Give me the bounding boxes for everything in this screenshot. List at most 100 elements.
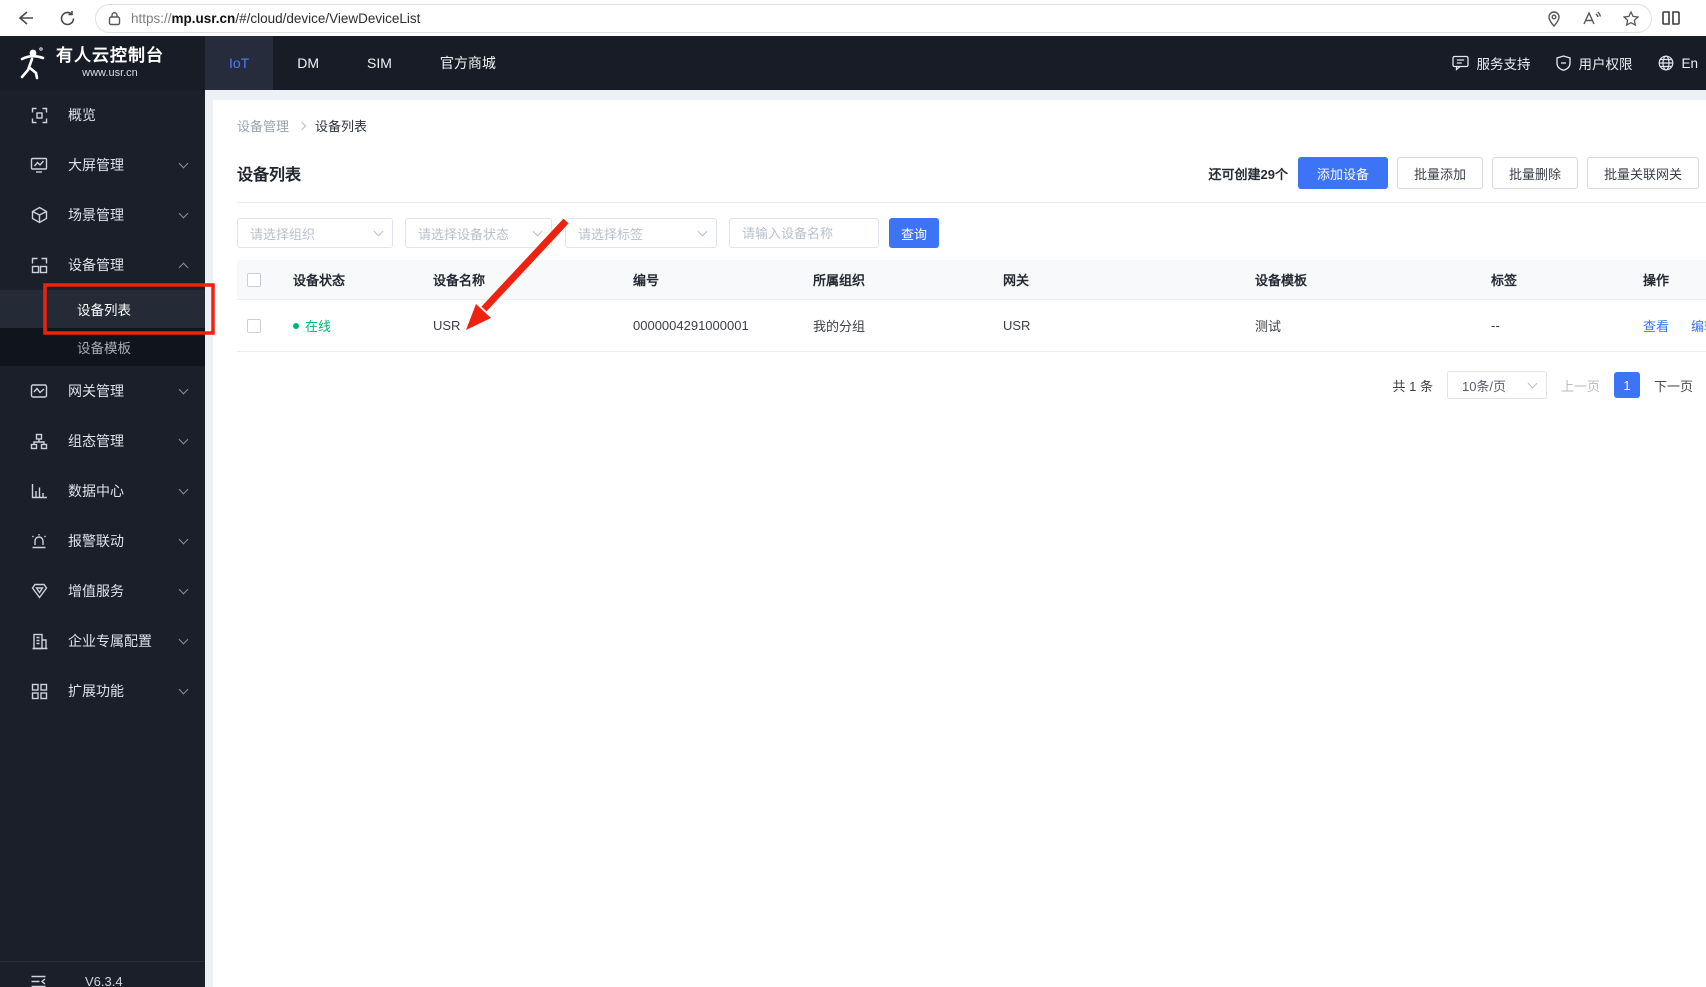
sidebar-item-extensions[interactable]: 扩展功能 [0,666,205,716]
page-title: 设备列表 [237,167,302,184]
browser-toolbar: https://mp.usr.cn/#/cloud/device/ViewDev… [0,0,1706,36]
breadcrumb-current: 设备列表 [315,119,368,134]
device-org-cell: 我的分组 [813,319,866,334]
sidebar-item-gateway-mgmt[interactable]: 网关管理 [0,366,205,416]
chevron-down-icon [178,384,189,395]
service-support-menu[interactable]: 服务支持 [1452,53,1530,73]
location-pin-icon[interactable] [1547,10,1561,27]
chevron-down-icon [178,684,189,695]
chevron-down-icon [178,484,189,495]
chevron-down-icon [532,226,543,237]
next-page-button[interactable]: 下一页 [1654,376,1693,395]
page-size-select[interactable]: 10条/页 [1446,371,1547,399]
app-subtitle: www.usr.cn [82,67,138,80]
browser-refresh-icon[interactable] [50,3,84,33]
read-aloud-icon[interactable] [1583,11,1601,26]
pagination: 共 1 条 10条/页 上一页 1 下一页 [1392,370,1693,400]
tag-select[interactable]: 请选择标签 [565,218,717,248]
sidebar-item-scada-mgmt[interactable]: 组态管理 [0,416,205,466]
device-name-input[interactable] [729,218,879,248]
chevron-down-icon [178,634,189,645]
device-mgmt-submenu: 设备列表 设备模板 [0,290,205,366]
tab-iot[interactable]: IoT [205,36,274,90]
table-row: 在线 USR 0000004291000001 我的分组 USR 测试 -- 查… [237,300,1706,352]
batch-link-gateway-button[interactable]: 批量关联网关 [1586,157,1699,189]
address-bar[interactable]: https://mp.usr.cn/#/cloud/device/ViewDev… [95,4,1652,33]
app-title: 有人云控制台 [56,45,164,65]
add-device-button[interactable]: 添加设备 [1297,157,1388,189]
status-badge: 在线 [293,316,331,335]
device-table: 设备状态 设备名称 编号 所属组织 网关 设备模板 标签 操作 在线 USR 0… [237,260,1706,352]
browser-back-icon[interactable] [8,3,42,33]
globe-icon [1659,55,1674,71]
table-header-row: 设备状态 设备名称 编号 所属组织 网关 设备模板 标签 操作 [237,260,1706,300]
device-template-cell: 测试 [1255,319,1282,334]
sidebar-item-screen-mgmt[interactable]: 大屏管理 [0,140,205,190]
grid-apps-icon [30,682,48,700]
online-dot-icon [293,322,299,329]
device-gateway-cell: USR [1003,318,1031,333]
col-header-no: 编号 [633,273,660,288]
sidebar: 概览 大屏管理 场景管理 设备管理 设备列表 设备模板 网关管理 组态管理 数据… [0,90,205,987]
batch-delete-button[interactable]: 批量删除 [1491,157,1578,189]
chevron-down-icon [697,226,708,237]
prev-page-button[interactable]: 上一页 [1561,376,1600,395]
url-text: https://mp.usr.cn/#/cloud/device/ViewDev… [131,11,421,26]
sidebar-footer: V6.3.4 [0,961,205,987]
sidebar-item-device-template[interactable]: 设备模板 [0,328,205,366]
col-header-gateway: 网关 [1003,273,1030,288]
chevron-down-icon [178,534,189,545]
pagination-total: 共 1 条 [1392,378,1433,394]
device-tag-cell: -- [1491,318,1500,333]
batch-add-button[interactable]: 批量添加 [1396,157,1483,189]
device-quota-text: 还可创建29个 [1208,166,1288,182]
tab-mall[interactable]: 官方商城 [416,36,520,90]
breadcrumb: 设备管理 设备列表 [237,116,367,135]
search-button[interactable]: 查询 [889,218,939,248]
chevron-down-icon [178,158,189,169]
sidebar-item-overview[interactable]: 概览 [0,90,205,140]
sidebar-item-scene-mgmt[interactable]: 场景管理 [0,190,205,240]
gateway-icon [30,382,48,400]
filter-bar: 请选择组织 请选择设备状态 请选择标签 查询 [237,218,939,248]
org-select[interactable]: 请选择组织 [237,218,393,248]
row-checkbox[interactable] [247,318,261,333]
bar-chart-icon [30,482,48,500]
device-blocks-icon [30,256,48,274]
overview-icon [30,106,48,124]
device-no-cell: 0000004291000001 [633,318,749,333]
main-content: 设备管理 设备列表 设备列表 还可创建29个 添加设备 批量添加 批量删除 批量… [213,100,1706,987]
page-1-button[interactable]: 1 [1613,372,1640,398]
favorite-star-icon[interactable] [1623,11,1639,26]
usr-cloud-console: https://mp.usr.cn/#/cloud/device/ViewDev… [0,0,1706,987]
usr-logo-icon [20,47,45,80]
usr-logo[interactable]: 有人云控制台 www.usr.cn [0,36,205,90]
tab-dm[interactable]: DM [273,36,343,90]
shield-icon [1556,55,1572,71]
col-header-action: 操作 [1643,273,1670,288]
chevron-down-icon [1527,378,1538,389]
view-link[interactable]: 查看 [1643,316,1669,335]
breadcrumb-parent[interactable]: 设备管理 [237,116,289,135]
sidebar-item-alarm-linkage[interactable]: 报警联动 [0,516,205,566]
device-status-select[interactable]: 请选择设备状态 [405,218,552,248]
sidebar-item-enterprise-config[interactable]: 企业专属配置 [0,616,205,666]
scada-nodes-icon [30,432,48,450]
col-header-status: 设备状态 [293,273,346,288]
collapse-sidebar-icon[interactable] [30,974,47,987]
sidebar-item-data-center[interactable]: 数据中心 [0,466,205,516]
sidebar-item-value-services[interactable]: 增值服务 [0,566,205,616]
col-header-name: 设备名称 [433,273,486,288]
chevron-up-icon [178,262,189,272]
split-screen-icon[interactable] [1654,3,1688,33]
edit-link[interactable]: 编辑 [1691,316,1706,335]
tab-sim[interactable]: SIM [343,36,416,90]
user-permission-menu[interactable]: 用户权限 [1556,53,1632,73]
language-switch[interactable]: En [1658,55,1698,71]
lock-icon [108,12,121,26]
scene-cube-icon [30,206,48,224]
sidebar-item-device-list[interactable]: 设备列表 [0,290,205,328]
sidebar-item-device-mgmt[interactable]: 设备管理 [0,240,205,290]
select-all-checkbox[interactable] [247,272,261,287]
badge-diamond-icon [30,582,48,600]
